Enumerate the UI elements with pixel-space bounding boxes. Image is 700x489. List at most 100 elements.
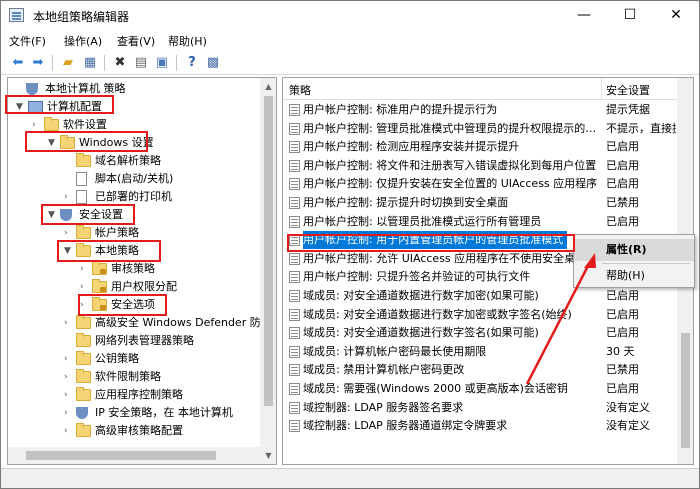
policy-setting: 不提示，直接提 <box>606 121 676 135</box>
policy-icon <box>289 178 300 191</box>
close-button[interactable]: ✕ <box>653 1 699 29</box>
status-bar <box>1 468 699 488</box>
folder-icon <box>76 315 91 329</box>
policy-setting: 已启用 <box>606 214 639 228</box>
tree-item-label: 域名解析策略 <box>95 154 161 167</box>
highlight-security-settings <box>41 204 135 225</box>
tree-item-label: 审核策略 <box>111 262 155 275</box>
policy-setting: 已启用 <box>606 158 639 172</box>
policy-row[interactable]: 用户帐户控制: 标准用户的提升提示行为 提示凭据 <box>283 101 677 120</box>
policy-name: 域成员: 禁用计算机帐户密码更改 <box>303 363 465 377</box>
policy-icon <box>289 327 300 340</box>
policy-row[interactable]: 域控制器: LDAP 服务器通道绑定令牌要求 没有定义 <box>283 417 677 436</box>
policy-icon <box>289 197 300 209</box>
policy-row[interactable]: 域成员: 对安全通道数据进行数字签名(如果可能) 已启用 <box>283 324 677 343</box>
context-menu: 属性(R) 帮助(H) <box>573 234 695 288</box>
policy-row[interactable]: 域成员: 禁用计算机帐户密码更改 已禁用 <box>283 361 677 380</box>
collapsed-arrow-icon[interactable]: › <box>64 314 74 332</box>
policy-icon <box>289 401 300 414</box>
collapsed-arrow-icon[interactable]: › <box>64 350 74 368</box>
export-icon[interactable]: ▣ <box>153 54 171 72</box>
folder-icon <box>76 333 91 347</box>
collapsed-arrow-icon[interactable]: › <box>64 368 74 386</box>
policy-icon <box>289 345 300 358</box>
show-hide-tree-icon[interactable]: ▦ <box>81 54 99 72</box>
toolbar: ⬅ ➡ ▰ ▦ ✖ ▤ ▣ ? ▩ <box>1 51 699 75</box>
column-policy[interactable]: 策略 <box>289 82 311 98</box>
collapsed-arrow-icon[interactable]: › <box>64 404 74 422</box>
policy-icon <box>289 271 300 284</box>
policy-name: 域成员: 对安全通道数据进行数字签名(如果可能) <box>303 326 539 340</box>
policy-name: 用户帐户控制: 将文件和注册表写入错误虚拟化到每用户位置 <box>303 158 597 172</box>
context-properties[interactable]: 属性(R) <box>574 239 694 261</box>
collapsed-arrow-icon[interactable]: › <box>80 260 90 278</box>
policy-row[interactable]: 域成员: 计算机帐户密码最长使用期限 30 天 <box>283 343 677 362</box>
context-help[interactable]: 帮助(H) <box>574 265 694 287</box>
policy-name: 用户帐户控制: 以管理员批准模式运行所有管理员 <box>303 214 542 228</box>
policy-icon <box>289 159 300 172</box>
menu-view[interactable]: 查看(V) <box>117 33 155 49</box>
tree-item-label: 高级安全 Windows Defender 防 <box>95 316 261 329</box>
policy-row[interactable]: 域成员: 对安全通道数据进行数字加密或数字签名(始终) 已启用 <box>283 306 677 325</box>
collapsed-arrow-icon[interactable]: › <box>64 386 74 404</box>
maximize-button[interactable]: ☐ <box>607 1 653 29</box>
policy-icon <box>289 252 300 265</box>
policy-name: 用户帐户控制: 仅提升安装在安全位置的 UIAccess 应用程序 <box>303 177 597 191</box>
folder-icon <box>76 351 91 365</box>
tree-horizontal-scrollbar[interactable] <box>8 447 260 464</box>
policy-setting: 提示凭据 <box>606 103 650 116</box>
up-folder-icon[interactable]: ▰ <box>59 54 77 72</box>
policy-icon <box>26 83 38 95</box>
policy-row[interactable]: 用户帐户控制: 仅提升安装在安全位置的 UIAccess 应用程序 已启用 <box>283 175 677 194</box>
policy-setting: 没有定义 <box>606 419 650 433</box>
policy-setting: 已禁用 <box>606 196 639 209</box>
policy-row[interactable]: 用户帐户控制: 以管理员批准模式运行所有管理员 已启用 <box>283 213 677 232</box>
tree-item-label: 脚本(启动/关机) <box>95 172 174 185</box>
policy-row[interactable]: 用户帐户控制: 将文件和注册表写入错误虚拟化到每用户位置 已启用 <box>283 157 677 176</box>
list-header: 策略 安全设置 <box>283 78 693 100</box>
help-icon[interactable]: ? <box>183 54 201 72</box>
policy-row[interactable]: 域控制器: LDAP 服务器签名要求 没有定义 <box>283 399 677 418</box>
policy-row[interactable]: 用户帐户控制: 提示提升时切换到安全桌面 已禁用 <box>283 194 677 213</box>
document-icon <box>76 172 87 186</box>
policy-name: 域成员: 计算机帐户密码最长使用期限 <box>303 344 487 358</box>
menu-action[interactable]: 操作(A) <box>64 33 102 49</box>
policy-setting: 已启用 <box>606 326 639 340</box>
forward-icon[interactable]: ➡ <box>29 54 47 72</box>
policy-icon <box>289 290 300 302</box>
properties-icon[interactable]: ▤ <box>132 54 150 72</box>
policy-row[interactable]: 用户帐户控制: 检测应用程序安装并提示提升 已启用 <box>283 138 677 157</box>
menu-help[interactable]: 帮助(H) <box>168 33 207 49</box>
policy-setting: 30 天 <box>606 344 635 358</box>
policy-name: 用户帐户控制: 提示提升时切换到安全桌面 <box>303 196 509 209</box>
tree-item-label: 应用程序控制策略 <box>95 388 183 401</box>
tree-item-label: 公钥策略 <box>95 352 139 365</box>
locked-folder-icon <box>92 261 107 275</box>
menu-bar: 文件(F) 操作(A) 查看(V) 帮助(H) <box>1 30 699 50</box>
filter-icon[interactable]: ▩ <box>204 54 222 72</box>
delete-icon[interactable]: ✖ <box>111 54 129 72</box>
title-bar: 本地组策略编辑器 — ☐ ✕ <box>1 1 699 29</box>
policy-setting: 已启用 <box>606 140 639 154</box>
policy-name: 域成员: 需要强(Windows 2000 或更高版本)会话密钥 <box>303 382 568 395</box>
policy-row[interactable]: 域成员: 需要强(Windows 2000 或更高版本)会话密钥 已启用 <box>283 380 677 399</box>
policy-row[interactable]: 用户帐户控制: 管理员批准模式中管理员的提升权限提示的… 不提示，直接提 <box>283 120 677 139</box>
highlight-selected-policy <box>287 234 575 252</box>
folder-icon <box>76 369 91 383</box>
policy-setting: 已启用 <box>606 382 639 395</box>
policy-name: 域成员: 对安全通道数据进行数字加密或数字签名(始终) <box>303 307 572 321</box>
menu-file[interactable]: 文件(F) <box>9 33 46 49</box>
policy-icon <box>289 383 300 395</box>
policy-icon <box>289 420 300 433</box>
minimize-button[interactable]: — <box>561 1 607 29</box>
policy-name: 用户帐户控制: 允许 UIAccess 应用程序在不使用安全桌面 <box>303 251 587 265</box>
column-setting[interactable]: 安全设置 <box>606 82 650 98</box>
policy-icon <box>289 215 300 228</box>
tree-item-label: 网络列表管理器策略 <box>95 334 194 347</box>
tree-vertical-scrollbar[interactable]: ▲ ▼ <box>260 78 276 464</box>
policy-row[interactable]: 域成员: 对安全通道数据进行数字加密(如果可能) 已启用 <box>283 287 677 306</box>
back-icon[interactable]: ⬅ <box>9 54 27 72</box>
policy-icon <box>76 407 88 419</box>
collapsed-arrow-icon[interactable]: › <box>64 422 74 440</box>
policy-name: 用户帐户控制: 检测应用程序安装并提示提升 <box>303 140 520 154</box>
